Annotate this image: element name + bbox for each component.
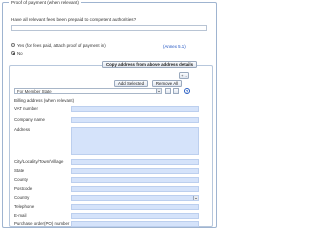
field-label: Country [14,195,30,200]
proof-of-payment-panel: Proof of payment (when relevant) Have al… [2,0,217,228]
field-label: E-mail [14,213,27,218]
postcode-input[interactable] [71,186,199,192]
company-name-input[interactable] [71,117,199,123]
option-yes[interactable]: Yes (for fees paid, attach proof of paym… [11,42,106,48]
address-textarea[interactable] [71,127,199,155]
add-remove-toggle[interactable]: + - [179,72,189,79]
po-number-input[interactable] [71,221,199,227]
section-legend: Proof of payment (when relevant) [9,0,81,5]
field-row-address: Address [10,127,212,155]
field-row-county: County [10,177,212,183]
field-row-city: City/Locality/Town/Village [10,159,212,165]
remove-all-button[interactable]: Remove All [152,80,182,87]
field-row-state: State [10,168,212,174]
field-row-postcode: Postcode [10,186,212,192]
country-select[interactable] [71,195,199,201]
city-input[interactable] [71,159,199,165]
field-label: Company name [14,117,45,122]
field-label: Purchase order(PO) number [14,221,70,226]
field-row-company: Company name [10,117,212,123]
option-yes-label: Yes (for fees paid, attach proof of paym… [17,42,106,48]
remove-icon[interactable] [173,88,179,94]
field-row-po: Purchase order(PO) number [10,221,212,227]
field-label: VAT number [14,106,38,111]
chevron-down-icon[interactable] [193,196,198,200]
chevron-down-icon[interactable] [156,89,161,93]
field-label: State [14,168,25,173]
member-state-select[interactable]: For Member State [14,88,162,94]
field-label: Telephone [14,204,35,209]
minus-icon[interactable]: - [186,73,187,78]
field-label: Address [14,127,31,132]
radio-yes[interactable] [11,43,15,47]
fees-question: Have all relevant fees been prepaid to c… [11,17,137,22]
add-selected-button[interactable]: Add Selected [114,80,148,87]
field-label: Postcode [14,186,33,191]
vat-number-input[interactable] [71,106,199,112]
annex-link[interactable]: (Annex 5.1) [163,44,186,49]
question-answer-box [11,25,207,31]
billing-address-box: Copy address from above address details … [9,61,213,227]
field-label: City/Locality/Town/Village [14,159,64,164]
field-row-vat: VAT number [10,106,212,112]
county-input[interactable] [71,177,199,183]
radio-no[interactable] [11,51,16,56]
copy-address-button[interactable]: Copy address from above address details [102,61,197,68]
help-icon[interactable]: ? [184,88,190,94]
checkbox-select-icon[interactable] [165,88,171,94]
state-input[interactable] [71,168,199,174]
field-row-country: Country [10,195,212,201]
form-title: Billing address (when relevant) [14,98,75,103]
option-no[interactable]: No [11,50,23,56]
field-row-email: E-mail [10,213,212,219]
field-row-telephone: Telephone [10,204,212,210]
email-input[interactable] [71,213,199,219]
form-title-row: Billing address (when relevant) [10,98,212,104]
member-state-value: For Member State [17,88,52,94]
plus-icon[interactable]: + [181,73,183,78]
option-no-label: No [17,50,23,56]
telephone-input[interactable] [71,204,199,210]
field-label: County [14,177,28,182]
